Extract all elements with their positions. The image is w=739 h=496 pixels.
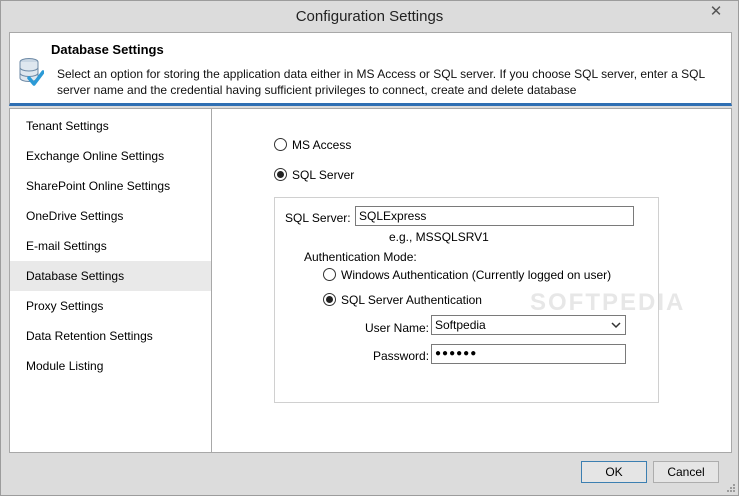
windows-auth-radio[interactable] xyxy=(323,268,336,281)
sidebar-item-email[interactable]: E-mail Settings xyxy=(10,231,211,261)
sidebar-item-data-retention[interactable]: Data Retention Settings xyxy=(10,321,211,351)
sql-auth-radio[interactable] xyxy=(323,293,336,306)
password-input[interactable]: ●●●●●● xyxy=(431,344,626,364)
username-value: Softpedia xyxy=(435,318,486,332)
sql-auth-label[interactable]: SQL Server Authentication xyxy=(341,293,482,307)
section-header: Database Settings Select an option for s… xyxy=(9,32,732,106)
sql-server-radio[interactable] xyxy=(274,168,287,181)
username-label: User Name: xyxy=(365,321,430,335)
sidebar-item-proxy[interactable]: Proxy Settings xyxy=(10,291,211,321)
resize-grip-icon[interactable] xyxy=(726,483,736,493)
sidebar-item-module-listing[interactable]: Module Listing xyxy=(10,351,211,381)
header-description: Select an option for storing the applica… xyxy=(57,67,705,97)
close-icon: ✕ xyxy=(709,3,723,20)
password-label: Password: xyxy=(373,349,430,363)
windows-auth-label[interactable]: Windows Authentication (Currently logged… xyxy=(341,268,611,282)
ok-button[interactable]: OK xyxy=(581,461,647,483)
database-check-icon xyxy=(19,58,44,86)
ms-access-radio[interactable] xyxy=(274,138,287,151)
settings-sidebar: Tenant Settings Exchange Online Settings… xyxy=(9,108,212,453)
sql-server-hint: e.g., MSSQLSRV1 xyxy=(389,230,489,244)
watermark: SOFTPEDIA xyxy=(530,289,686,316)
sidebar-item-tenant[interactable]: Tenant Settings xyxy=(10,111,211,141)
auth-mode-label: Authentication Mode: xyxy=(304,250,417,264)
ms-access-label[interactable]: MS Access xyxy=(292,138,351,152)
chevron-down-icon xyxy=(611,322,621,329)
sidebar-item-exchange-online[interactable]: Exchange Online Settings xyxy=(10,141,211,171)
username-select[interactable]: Softpedia xyxy=(431,315,626,335)
configuration-settings-window: Configuration Settings ✕ Database Settin… xyxy=(0,0,739,496)
database-settings-panel: MS Access SQL Server SQL Server: SQLExpr… xyxy=(212,108,732,453)
sidebar-item-onedrive[interactable]: OneDrive Settings xyxy=(10,201,211,231)
sidebar-item-database[interactable]: Database Settings xyxy=(10,261,211,291)
cancel-button[interactable]: Cancel xyxy=(653,461,719,483)
window-title: Configuration Settings xyxy=(295,8,444,25)
sql-server-label[interactable]: SQL Server xyxy=(292,168,354,182)
sidebar-item-sharepoint-online[interactable]: SharePoint Online Settings xyxy=(10,171,211,201)
header-title: Database Settings xyxy=(51,42,164,57)
sql-server-input[interactable]: SQLExpress xyxy=(355,206,634,226)
sql-server-field-label: SQL Server: xyxy=(285,211,351,225)
title-bar[interactable]: Configuration Settings ✕ xyxy=(1,1,738,32)
close-button[interactable]: ✕ xyxy=(698,2,734,22)
dialog-footer: OK Cancel xyxy=(1,453,738,495)
